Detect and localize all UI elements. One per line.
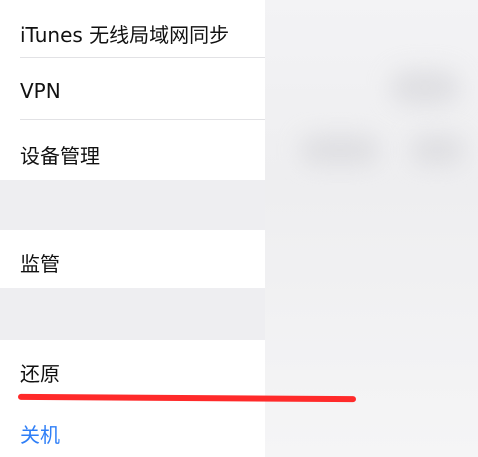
list-item-reset[interactable]: 还原 <box>0 340 265 400</box>
settings-list: iTunes 无线局域网同步 VPN 设备管理 监管 还原 关机 <box>0 0 265 457</box>
blurred-shape <box>410 135 465 165</box>
section-gap <box>0 288 265 340</box>
item-label: 关机 <box>20 423 60 447</box>
blurred-shape <box>300 135 380 165</box>
item-label: 监管 <box>20 252 60 276</box>
list-item-vpn[interactable]: VPN <box>0 58 265 120</box>
list-item-shutdown[interactable]: 关机 <box>0 400 265 457</box>
item-label: 还原 <box>20 362 60 386</box>
item-label: VPN <box>20 79 61 103</box>
section-gap <box>0 180 265 230</box>
list-item-itunes-wifi-sync[interactable]: iTunes 无线局域网同步 <box>0 0 265 58</box>
list-item-supervision[interactable]: 监管 <box>0 230 265 288</box>
blurred-shape <box>390 70 460 105</box>
list-item-device-management[interactable]: 设备管理 <box>0 120 265 180</box>
item-label: 设备管理 <box>20 144 100 168</box>
item-label: iTunes 无线局域网同步 <box>20 23 230 47</box>
